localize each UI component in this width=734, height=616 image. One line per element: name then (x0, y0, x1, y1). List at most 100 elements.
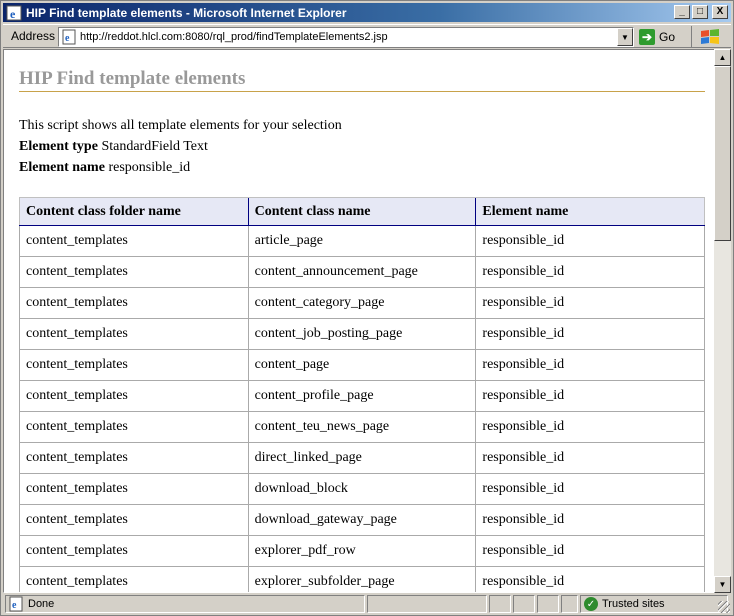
windows-logo-icon (691, 26, 727, 48)
table-row: content_templates explorer_subfolder_page… (19, 566, 705, 592)
cell-class-name: content_profile_page (247, 380, 477, 412)
cell-folder-name: content_templates (19, 411, 249, 443)
cell-folder-name: content_templates (19, 287, 249, 319)
intro-block: This script shows all template elements … (19, 115, 705, 178)
internet-explorer-icon: e (6, 5, 22, 21)
table-row: content_templates content_announcement_pa… (19, 256, 705, 288)
column-header-element: Element name (475, 197, 705, 226)
cell-folder-name: content_templates (19, 535, 249, 567)
table-row: content_templates article_page responsible… (19, 225, 705, 257)
cell-class-name: download_gateway_page (247, 504, 477, 536)
cell-folder-name: content_templates (19, 225, 249, 257)
done-page-icon: e (9, 596, 23, 612)
cell-element-name: responsible_id (475, 349, 705, 381)
cell-folder-name: content_templates (19, 566, 249, 592)
security-zone[interactable]: ✓ Trusted sites (580, 595, 728, 613)
table-row: content_templates download_block responsib… (19, 473, 705, 505)
page-content: HIP Find template elements This script s… (19, 50, 705, 592)
table-header-row: Content class folder name Content class … (19, 197, 705, 226)
cell-class-name: content_job_posting_page (247, 318, 477, 350)
element-name-label: Element name (19, 160, 105, 175)
table-row: content_templates content_category_page re… (19, 287, 705, 319)
maximize-button[interactable]: □ (692, 5, 708, 19)
cell-element-name: responsible_id (475, 225, 705, 257)
title-bar[interactable]: e HIP Find template elements - Microsoft… (3, 3, 731, 22)
go-button[interactable]: ➔ Go (639, 27, 689, 47)
browser-window: e HIP Find template elements - Microsoft… (0, 0, 734, 616)
cell-class-name: article_page (247, 225, 477, 257)
cell-element-name: responsible_id (475, 380, 705, 412)
cell-folder-name: content_templates (19, 504, 249, 536)
address-dropdown-button[interactable]: ▼ (617, 28, 633, 46)
go-arrow-icon: ➔ (639, 29, 655, 45)
cell-class-name: content_announcement_page (247, 256, 477, 288)
status-segment (561, 595, 578, 613)
cell-element-name: responsible_id (475, 535, 705, 567)
cell-element-name: responsible_id (475, 411, 705, 443)
cell-element-name: responsible_id (475, 504, 705, 536)
cell-folder-name: content_templates (19, 318, 249, 350)
go-label: Go (659, 30, 676, 44)
svg-text:e: e (10, 7, 16, 21)
cell-class-name: explorer_pdf_row (247, 535, 477, 567)
scroll-up-button[interactable]: ▲ (714, 49, 731, 66)
cell-element-name: responsible_id (475, 287, 705, 319)
column-header-folder: Content class folder name (19, 197, 249, 226)
cell-element-name: responsible_id (475, 318, 705, 350)
element-name-value: responsible_id (108, 160, 191, 175)
cell-folder-name: content_templates (19, 473, 249, 505)
address-toolbar: Address e http://reddot.hlcl.com:8080/rq… (3, 24, 731, 48)
page-viewport[interactable]: HIP Find template elements This script s… (3, 49, 717, 593)
column-header-class: Content class name (247, 197, 476, 226)
address-label: Address (11, 29, 56, 43)
minimize-button[interactable]: _ (674, 5, 690, 19)
page-icon: e (62, 29, 76, 45)
status-text: Done (28, 598, 55, 610)
cell-folder-name: content_templates (19, 349, 249, 381)
intro-text: This script shows all template elements … (19, 118, 342, 133)
zone-text: Trusted sites (602, 598, 665, 610)
cell-element-name: responsible_id (475, 566, 705, 592)
cell-class-name: content_teu_news_page (247, 411, 477, 443)
close-button[interactable]: X (712, 5, 728, 19)
svg-text:e: e (65, 33, 70, 44)
element-type-value: StandardField Text (101, 139, 208, 154)
status-segment (489, 595, 511, 613)
cell-class-name: explorer_subfolder_page (247, 566, 477, 592)
vertical-scrollbar[interactable]: ▲ ▼ (714, 49, 731, 593)
cell-class-name: download_block (247, 473, 477, 505)
status-segment (513, 595, 535, 613)
table-row: content_templates content_job_posting_pag… (19, 318, 705, 350)
cell-folder-name: content_templates (19, 380, 249, 412)
status-panel: e Done (5, 595, 365, 613)
status-segment (367, 595, 487, 613)
page-title: HIP Find template elements (19, 68, 705, 92)
window-title: HIP Find template elements - Microsoft I… (26, 5, 347, 20)
table-row: content_templates download_gateway_page re… (19, 504, 705, 536)
table-row: content_templates content_page responsible… (19, 349, 705, 381)
table-row: content_templates explorer_pdf_row respons… (19, 535, 705, 567)
scroll-thumb[interactable] (714, 66, 731, 241)
scroll-down-button[interactable]: ▼ (714, 576, 731, 593)
cell-class-name: content_page (247, 349, 477, 381)
element-type-label: Element type (19, 139, 98, 154)
template-elements-table: Content class folder name Content class … (19, 197, 705, 592)
svg-text:e: e (12, 600, 17, 611)
address-input[interactable]: e http://reddot.hlcl.com:8080/rql_prod/f… (58, 27, 634, 47)
cell-class-name: direct_linked_page (247, 442, 477, 474)
cell-element-name: responsible_id (475, 256, 705, 288)
cell-class-name: content_category_page (247, 287, 477, 319)
table-body: content_templates article_page responsible… (19, 225, 705, 592)
element-name-line: Element name responsible_id (19, 157, 705, 178)
status-segment (537, 595, 559, 613)
cell-folder-name: content_templates (19, 256, 249, 288)
cell-element-name: responsible_id (475, 442, 705, 474)
element-type-line: Element type StandardField Text (19, 136, 705, 157)
trusted-check-icon: ✓ (584, 597, 598, 611)
table-row: content_templates content_teu_news_page re… (19, 411, 705, 443)
table-row: content_templates direct_linked_page respo… (19, 442, 705, 474)
cell-folder-name: content_templates (19, 442, 249, 474)
cell-element-name: responsible_id (475, 473, 705, 505)
status-bar: e Done ✓ Trusted sites (3, 594, 731, 614)
resize-grip-icon[interactable] (718, 601, 730, 613)
